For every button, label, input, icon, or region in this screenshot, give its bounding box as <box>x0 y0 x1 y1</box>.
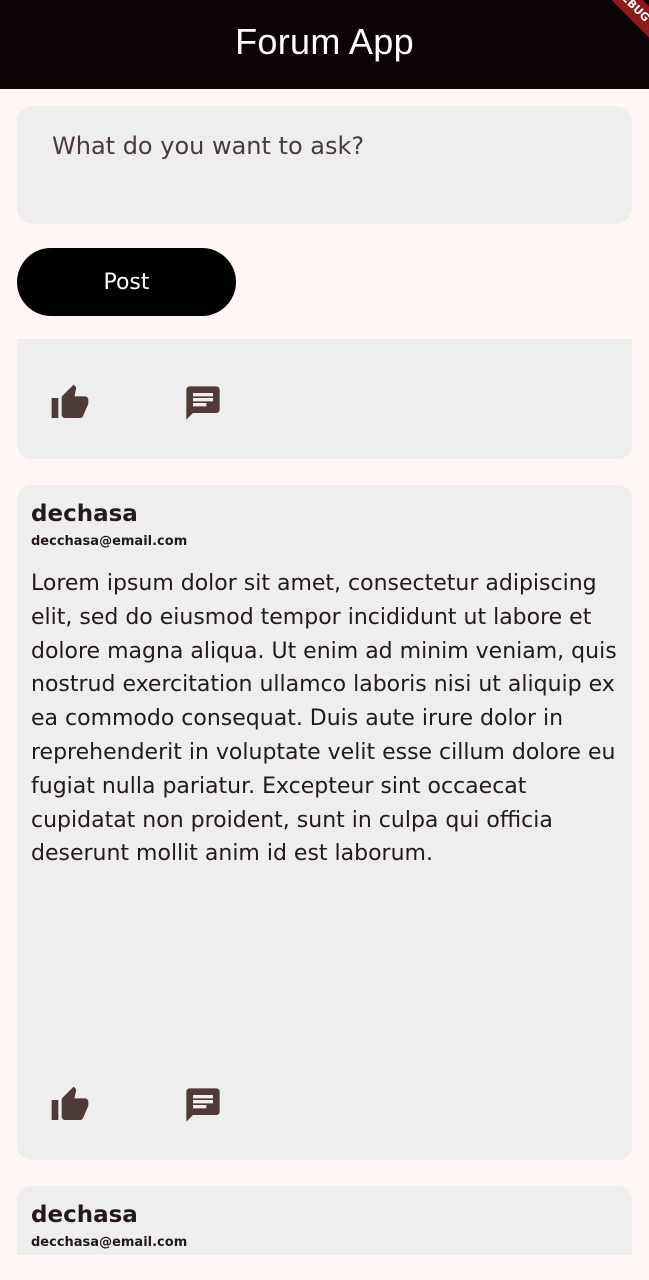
author-email: decchasa@email.com <box>31 534 188 549</box>
author-email: decchasa@email.com <box>31 1235 188 1250</box>
post-body: Lorem ipsum dolor sit amet, consectetur … <box>31 571 617 867</box>
like-button[interactable] <box>48 381 92 425</box>
app-bar: Forum App DEBUG <box>0 0 649 89</box>
post-card: dechasa decchasa@email.com <box>17 1186 632 1255</box>
app-title: Forum App <box>235 20 414 62</box>
post-card: dechasa decchasa@email.com Lorem ipsum d… <box>17 485 632 1160</box>
like-button[interactable] <box>48 1083 92 1127</box>
author-name: dechasa <box>31 1202 138 1228</box>
comment-icon <box>186 386 220 420</box>
thumb-up-icon <box>51 1086 89 1120</box>
feed-scroll-area[interactable]: Post dechasa decchasa@email.com Lorem ip… <box>0 89 649 1255</box>
author-name: dechasa <box>31 501 138 527</box>
post-button[interactable]: Post <box>17 248 236 316</box>
thumb-up-icon <box>51 384 89 418</box>
question-input[interactable] <box>52 132 597 160</box>
comment-icon <box>186 1088 220 1122</box>
debug-banner: DEBUG <box>585 0 649 52</box>
comment-button[interactable] <box>181 381 225 425</box>
question-composer[interactable] <box>17 106 632 224</box>
post-card <box>17 339 632 459</box>
comment-button[interactable] <box>181 1083 225 1127</box>
